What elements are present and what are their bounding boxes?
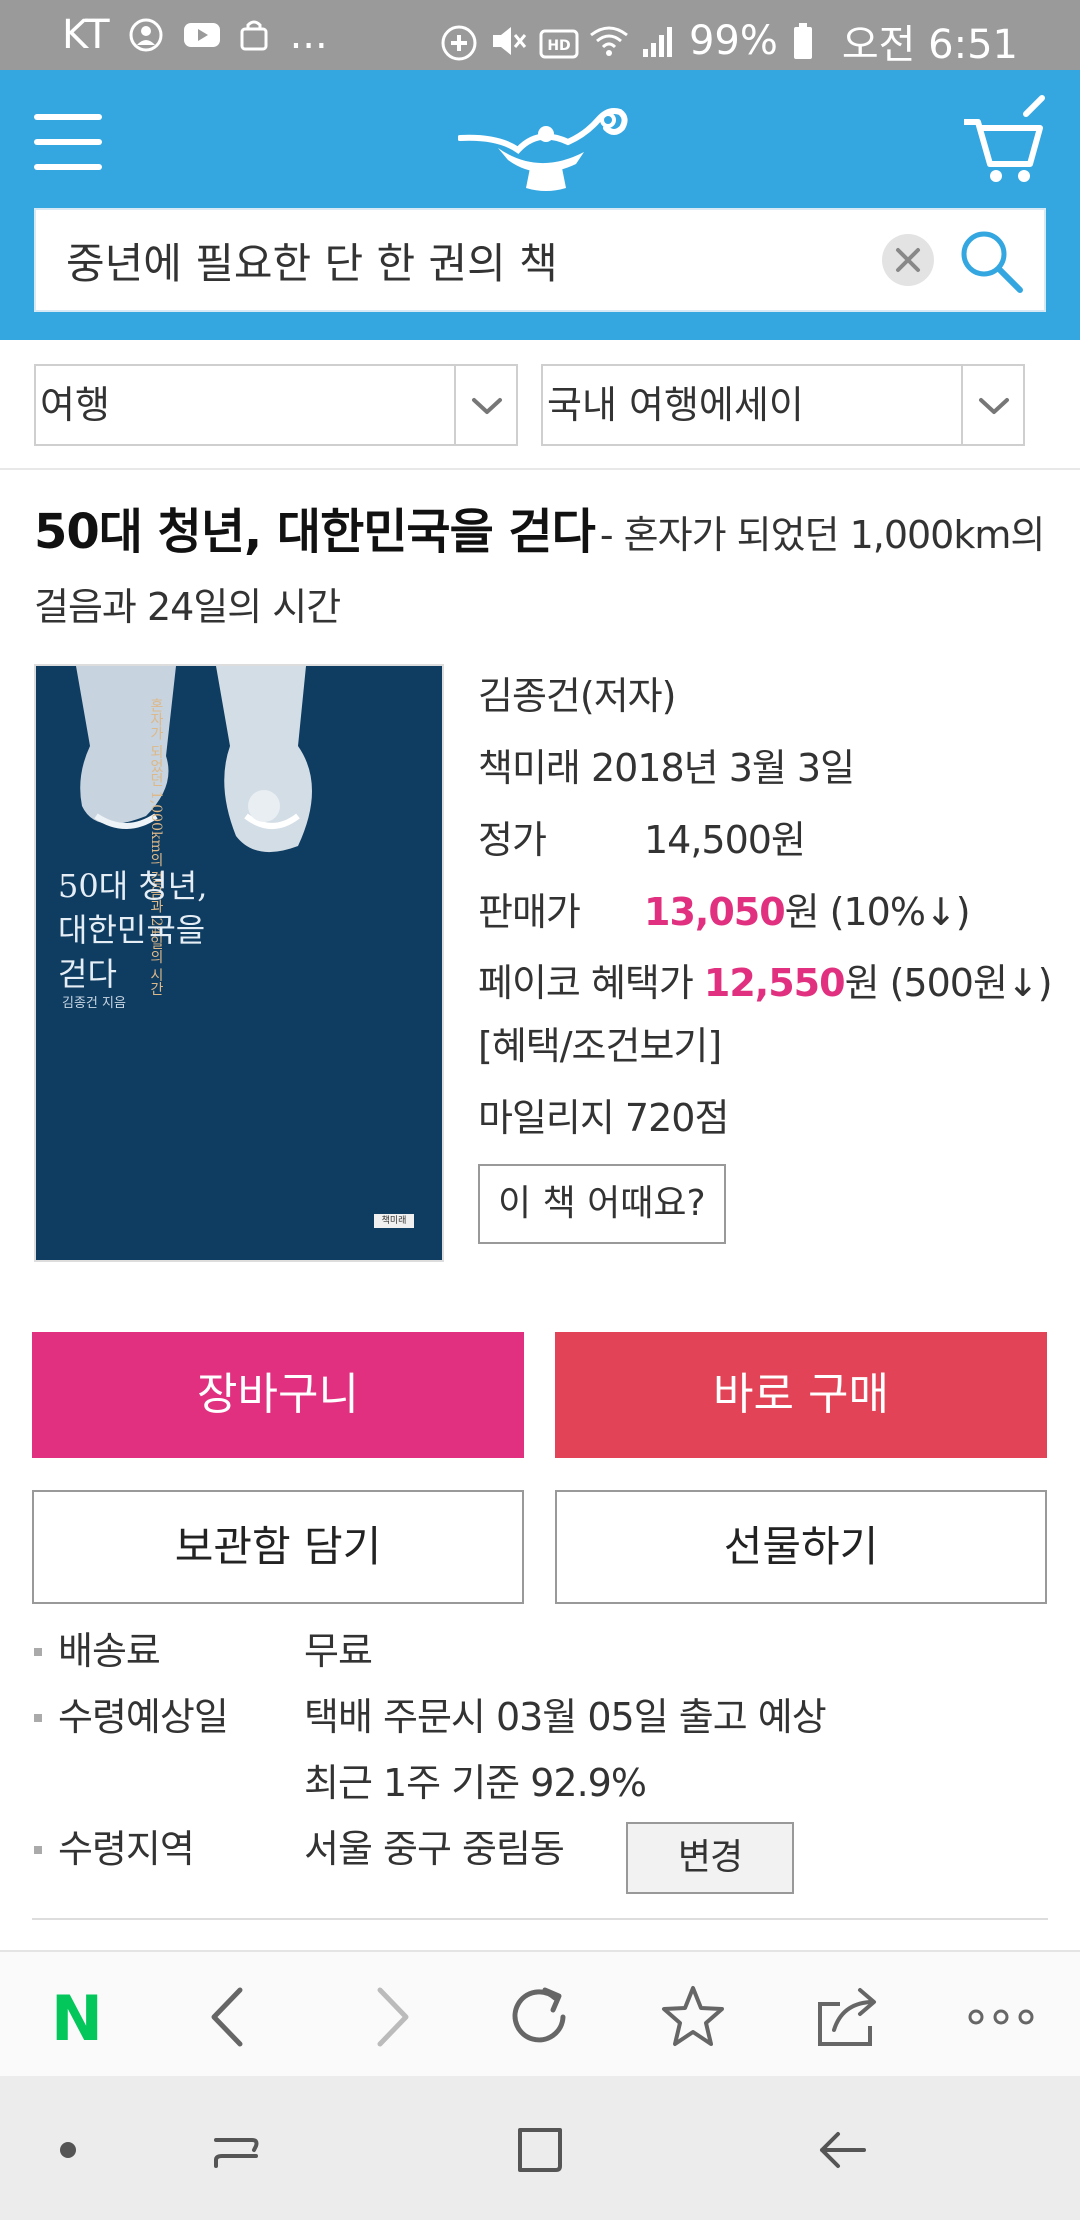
system-navigation-bar xyxy=(0,2076,1080,2220)
search-input[interactable] xyxy=(66,210,886,310)
payco-price-row: 페이코 혜택가 12,550원 (500원↓) xyxy=(478,952,1058,1014)
nav-dot-icon[interactable] xyxy=(38,2120,98,2180)
delivery-fee-row: 배송료 무료 xyxy=(32,1618,1048,1684)
back-icon[interactable] xyxy=(196,1982,266,2052)
cart-icon[interactable] xyxy=(960,94,1046,184)
menu-bar-icon xyxy=(34,139,102,145)
data-saver-icon xyxy=(439,23,477,61)
home-icon[interactable] xyxy=(510,2120,570,2180)
back-nav-icon[interactable] xyxy=(812,2120,872,2180)
book-title: 50대 청년, 대한민국을 걷다 xyxy=(34,504,596,560)
menu-bar-icon xyxy=(34,114,102,120)
hd-voice-icon: HD xyxy=(539,23,579,59)
sale-price-row: 판매가 13,050원 (10%↓) xyxy=(478,880,1058,952)
cover-publisher-logo: 책미래 xyxy=(374,1214,414,1228)
benefit-link[interactable]: [혜택/조건보기] xyxy=(478,1014,1058,1086)
payco-suffix: 원 (500원↓) xyxy=(844,961,1053,1005)
battery-percent: 99% xyxy=(688,18,778,64)
category-filter: 여행 국내 여행에세이 xyxy=(0,340,1080,470)
signal-icon xyxy=(639,23,675,59)
clock: 오전 6:51 xyxy=(841,22,1018,68)
category-secondary-value: 국내 여행에세이 xyxy=(547,383,804,427)
refresh-icon[interactable] xyxy=(505,1982,575,2052)
mileage: 마일리지 720점 xyxy=(478,1096,729,1140)
divider xyxy=(32,1918,1048,1920)
region-row: 수령지역 서울 중구 중림동 변경 xyxy=(32,1816,1048,1900)
payco-label: 페이코 혜택가 xyxy=(478,961,704,1005)
bullet-icon xyxy=(34,1714,42,1722)
app-header xyxy=(0,70,1080,340)
list-price-row: 정가 14,500원 xyxy=(478,808,1058,880)
share-icon[interactable] xyxy=(812,1982,882,2052)
eta-note: 최근 1주 기준 92.9% xyxy=(304,1761,647,1805)
publisher-date: 책미래 2018년 3월 3일 xyxy=(478,746,855,790)
sale-price-label: 판매가 xyxy=(478,890,581,934)
author-link[interactable]: 김종건(저자) xyxy=(478,664,1058,736)
review-button[interactable]: 이 책 어때요? xyxy=(478,1164,726,1244)
clear-search-icon[interactable] xyxy=(882,234,934,286)
search-icon[interactable] xyxy=(956,226,1026,296)
account-icon xyxy=(128,17,164,53)
cover-title: 50대 청년, 대한민국을 걷다 xyxy=(58,867,208,993)
bullet-icon xyxy=(34,1846,42,1854)
book-title-block: 50대 청년, 대한민국을 걷다 - 혼자가 되었던 1,000km의 걸음과 … xyxy=(34,500,1054,647)
category-select-primary[interactable]: 여행 xyxy=(34,364,518,446)
search-box xyxy=(34,208,1046,312)
gift-button[interactable]: 선물하기 xyxy=(555,1490,1047,1604)
status-bar: KT ... HD 99% 오전 6:51 xyxy=(0,0,1080,70)
carrier-label: KT xyxy=(62,12,110,58)
battery-icon xyxy=(792,23,828,59)
delivery-info: 배송료 무료 수령예상일 택배 주문시 03월 05일 출고 예상 최근 1주 … xyxy=(32,1618,1048,1900)
delivery-fee-label: 배송료 xyxy=(58,1629,161,1673)
naver-home-icon[interactable]: N xyxy=(42,1982,112,2055)
delivery-fee-value: 무료 xyxy=(304,1629,373,1673)
list-price-label: 정가 xyxy=(478,818,547,862)
youtube-icon xyxy=(182,17,220,53)
chevron-down-icon xyxy=(454,366,516,444)
menu-button[interactable] xyxy=(34,114,102,170)
book-info: 김종건(저자) 책미래 2018년 3월 3일 정가 14,500원 판매가 13,… xyxy=(478,664,1058,1244)
region-value: 서울 중구 중림동 xyxy=(304,1827,565,1871)
more-notifications: ... xyxy=(289,12,328,58)
book-cover-image[interactable]: 혼자가 되었던 1,000km의 걸음과 24일의 시간 50대 청년, 대한민… xyxy=(34,664,444,1262)
svg-text:HD: HD xyxy=(547,38,570,54)
bullet-icon xyxy=(34,1648,42,1656)
eta-label: 수령예상일 xyxy=(58,1695,229,1739)
mute-icon xyxy=(489,23,527,59)
wifi-icon xyxy=(589,23,628,59)
forward-icon[interactable] xyxy=(354,1982,424,2052)
payco-price: 12,550 xyxy=(703,961,846,1005)
recent-apps-icon[interactable] xyxy=(206,2120,266,2180)
svg-text:N: N xyxy=(51,1982,103,2052)
more-icon[interactable] xyxy=(966,1982,1036,2052)
eta-row: 수령예상일 택배 주문시 03월 05일 출고 예상 xyxy=(32,1684,1048,1750)
shopping-bag-icon xyxy=(236,17,272,53)
category-select-secondary[interactable]: 국내 여행에세이 xyxy=(541,364,1025,446)
sale-price: 13,050 xyxy=(644,890,786,934)
category-primary-value: 여행 xyxy=(40,383,110,427)
eta-note-row: 최근 1주 기준 92.9% xyxy=(32,1750,1048,1816)
bookmark-star-icon[interactable] xyxy=(658,1982,728,2052)
menu-bar-icon xyxy=(34,164,102,170)
list-price: 14,500원 xyxy=(644,818,806,862)
change-region-button[interactable]: 변경 xyxy=(626,1822,794,1894)
buy-now-button[interactable]: 바로 구매 xyxy=(555,1332,1047,1458)
eta-value: 택배 주문시 03월 05일 출고 예상 xyxy=(304,1695,827,1739)
save-to-wishlist-button[interactable]: 보관함 담기 xyxy=(32,1490,524,1604)
region-label: 수령지역 xyxy=(58,1827,195,1871)
chevron-down-icon xyxy=(961,366,1023,444)
sale-price-suffix: 원 (10%↓) xyxy=(784,890,971,934)
genie-lamp-logo[interactable] xyxy=(457,98,628,198)
add-to-cart-button[interactable]: 장바구니 xyxy=(32,1332,524,1458)
browser-toolbar: N xyxy=(0,1950,1080,2076)
cover-author: 김종건 지음 xyxy=(62,996,126,1011)
